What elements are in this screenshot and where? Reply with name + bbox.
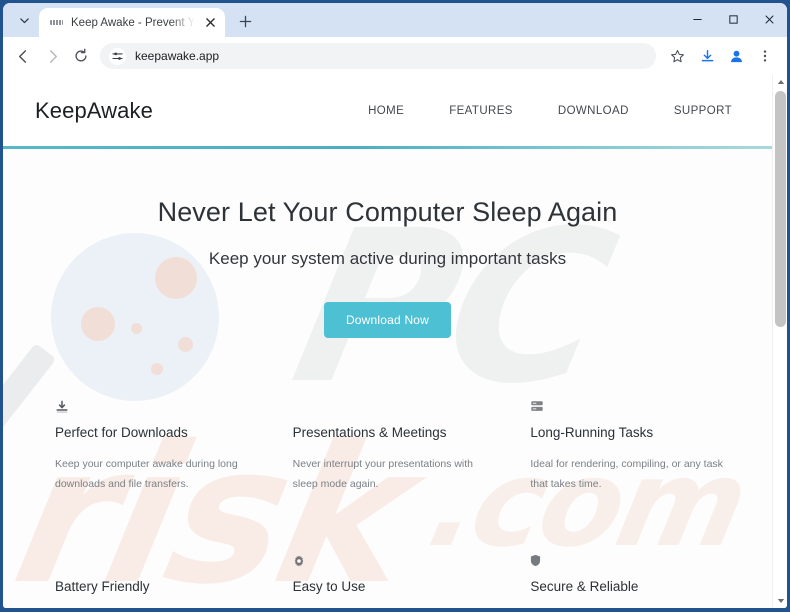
back-arrow-icon[interactable] bbox=[9, 42, 37, 70]
feature-title: Perfect for Downloads bbox=[55, 425, 188, 440]
profile-avatar[interactable] bbox=[723, 43, 749, 69]
feature-card-long-running-tasks: Long-Running Tasks Ideal for rendering, … bbox=[530, 390, 738, 495]
feature-card-battery-friendly: Battery Friendly bbox=[55, 545, 263, 594]
features-row-2: Battery Friendly Easy to Use Secure & Re… bbox=[3, 545, 772, 594]
features-row-1: Perfect for Downloads Keep your computer… bbox=[3, 390, 772, 495]
scroll-down-arrow-icon[interactable] bbox=[773, 594, 787, 608]
feature-title: Secure & Reliable bbox=[530, 578, 639, 594]
feature-card-secure-reliable: Secure & Reliable bbox=[530, 545, 738, 594]
window-controls bbox=[679, 3, 787, 35]
feature-title: Long-Running Tasks bbox=[530, 425, 654, 440]
feature-description: Keep your computer awake during long dow… bbox=[55, 458, 238, 491]
address-bar[interactable]: keepawake.app bbox=[100, 43, 656, 69]
scrollbar-thumb[interactable] bbox=[775, 91, 786, 327]
feature-title: Easy to Use bbox=[292, 578, 366, 594]
server-icon bbox=[530, 396, 738, 417]
window-minimize-button[interactable] bbox=[679, 3, 715, 35]
hero-headline: Never Let Your Computer Sleep Again bbox=[157, 197, 618, 227]
feature-card-presentations: Presentations & Meetings Never interrupt… bbox=[293, 390, 501, 495]
tab-search-chevron-down-icon[interactable] bbox=[11, 7, 37, 33]
presentation-icon bbox=[293, 396, 501, 417]
nav-item-download[interactable]: DOWNLOAD bbox=[558, 105, 629, 117]
new-tab-button[interactable] bbox=[232, 8, 258, 34]
feature-description: Never interrupt your presentations with … bbox=[292, 458, 473, 491]
battery-icon bbox=[55, 551, 263, 571]
shield-icon bbox=[530, 551, 738, 571]
web-page: PC risk .com KeepAwake HOME FEATURES DOW… bbox=[3, 75, 772, 608]
download-now-button[interactable]: Download Now bbox=[323, 302, 452, 338]
reload-icon[interactable] bbox=[67, 42, 95, 70]
hero-subheadline: Keep your system active during important… bbox=[208, 249, 567, 268]
nav-item-support[interactable]: SUPPORT bbox=[674, 105, 732, 117]
site-favicon bbox=[49, 15, 64, 30]
tune-icon[interactable] bbox=[109, 47, 126, 65]
browser-tab[interactable]: Keep Awake - Prevent Your Com bbox=[39, 8, 225, 37]
window-close-button[interactable] bbox=[751, 3, 787, 35]
browser-chrome: Keep Awake - Prevent Your Com bbox=[3, 3, 787, 608]
feature-card-easy-to-use: Easy to Use bbox=[293, 545, 501, 594]
gear-icon bbox=[293, 551, 501, 571]
header-accent-rule bbox=[3, 146, 772, 149]
download-icon[interactable] bbox=[693, 42, 721, 70]
tab-title: Keep Awake - Prevent Your Com bbox=[71, 16, 195, 29]
browser-toolbar: keepawake.app bbox=[3, 37, 787, 75]
feature-description: Ideal for rendering, compiling, or any t… bbox=[530, 458, 723, 491]
browser-window: Keep Awake - Prevent Your Com bbox=[0, 0, 790, 612]
nav-item-home[interactable]: HOME bbox=[368, 105, 404, 117]
hero-section: Never Let Your Computer Sleep Again Keep… bbox=[3, 149, 772, 338]
window-maximize-button[interactable] bbox=[715, 3, 751, 35]
three-dot-menu-icon[interactable] bbox=[751, 42, 779, 70]
main-navigation: HOME FEATURES DOWNLOAD SUPPORT bbox=[368, 105, 732, 117]
url-text: keepawake.app bbox=[135, 49, 220, 63]
site-header: KeepAwake HOME FEATURES DOWNLOAD SUPPORT bbox=[3, 75, 772, 146]
tab-close-icon[interactable] bbox=[202, 14, 219, 31]
toolbar-actions bbox=[663, 42, 779, 70]
forward-arrow-icon[interactable] bbox=[38, 42, 66, 70]
page-viewport: PC risk .com KeepAwake HOME FEATURES DOW… bbox=[3, 75, 787, 608]
page-scrollbar[interactable] bbox=[772, 75, 787, 608]
nav-item-features[interactable]: FEATURES bbox=[449, 105, 513, 117]
feature-card-downloads: Perfect for Downloads Keep your computer… bbox=[55, 390, 263, 495]
download-tray-icon bbox=[55, 396, 263, 417]
title-bar: Keep Awake - Prevent Your Com bbox=[3, 3, 787, 37]
site-logo[interactable]: KeepAwake bbox=[35, 98, 153, 124]
star-icon[interactable] bbox=[663, 42, 691, 70]
scroll-up-arrow-icon[interactable] bbox=[773, 75, 787, 89]
feature-title: Presentations & Meetings bbox=[292, 425, 447, 440]
feature-title: Battery Friendly bbox=[55, 578, 150, 594]
